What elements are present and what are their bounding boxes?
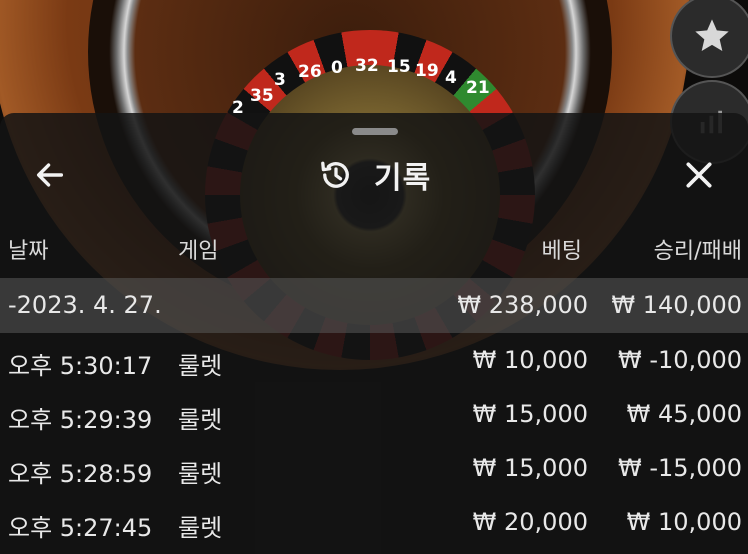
summary-date: -2023. 4. 27. — [8, 291, 162, 319]
wheel-number: 32 — [355, 56, 379, 76]
row-bet: ₩ 15,000 — [472, 454, 588, 482]
row-game: 룰렛 — [178, 460, 223, 488]
panel-header: 기록 — [0, 145, 748, 201]
row-time: 오후 5:28:59 — [8, 460, 153, 488]
wheel-number: 15 — [387, 57, 411, 77]
table-row[interactable]: 오후 5:30:17 룰렛 ₩ 10,000 ₩ -10,000 — [0, 333, 748, 387]
table-row[interactable]: 오후 5:29:39 룰렛 ₩ 15,000 ₩ 45,000 — [0, 387, 748, 441]
row-time: 오후 5:27:45 — [8, 514, 153, 542]
history-panel: 기록 날짜 게임 베팅 승리/패배 -2023. 4. 27. ₩ 238,00… — [0, 113, 748, 554]
back-button[interactable] — [30, 155, 70, 195]
close-button[interactable] — [677, 153, 721, 197]
row-result: ₩ 45,000 — [626, 400, 742, 428]
row-result: ₩ -10,000 — [618, 346, 742, 374]
close-icon — [686, 162, 712, 188]
column-header-bet: 베팅 — [541, 239, 582, 264]
row-game: 룰렛 — [178, 514, 223, 542]
column-header-result: 승리/패배 — [653, 239, 742, 264]
column-headers: 날짜 게임 베팅 승리/패배 — [0, 231, 748, 267]
wheel-number: 0 — [331, 58, 343, 78]
star-icon — [695, 19, 729, 51]
summary-bet: ₩ 238,000 — [457, 291, 588, 319]
row-game: 룰렛 — [178, 352, 223, 380]
table-row[interactable]: 오후 5:27:45 룰렛 ₩ 20,000 ₩ 10,000 — [0, 495, 748, 549]
arrow-left-icon — [36, 163, 64, 187]
table-row[interactable]: 오후 5:28:59 룰렛 ₩ 15,000 ₩ -15,000 — [0, 441, 748, 495]
row-bet: ₩ 15,000 — [472, 400, 588, 428]
history-icon — [321, 161, 349, 188]
row-time: 오후 5:29:39 — [8, 406, 153, 434]
wheel-number: 35 — [250, 86, 274, 106]
column-header-game: 게임 — [178, 239, 219, 264]
row-bet: ₩ 20,000 — [472, 508, 588, 536]
wheel-number: 21 — [466, 78, 490, 98]
panel-title-group: 기록 — [318, 151, 431, 199]
date-summary-row[interactable]: -2023. 4. 27. ₩ 238,000 ₩ 140,000 — [0, 278, 748, 333]
row-game: 룰렛 — [178, 406, 223, 434]
wheel-number: 4 — [445, 68, 457, 88]
summary-result: ₩ 140,000 — [611, 291, 742, 319]
page-title: 기록 — [374, 161, 432, 196]
wheel-number: 3 — [274, 70, 286, 90]
wheel-number: 26 — [298, 62, 322, 82]
drag-handle[interactable] — [352, 128, 398, 135]
row-result: ₩ -15,000 — [618, 454, 742, 482]
history-list: -2023. 4. 27. ₩ 238,000 ₩ 140,000 오후 5:3… — [0, 278, 748, 549]
row-result: ₩ 10,000 — [626, 508, 742, 536]
wheel-number: 19 — [415, 61, 439, 81]
row-time: 오후 5:30:17 — [8, 352, 153, 380]
column-header-date: 날짜 — [8, 239, 49, 264]
row-bet: ₩ 10,000 — [472, 346, 588, 374]
